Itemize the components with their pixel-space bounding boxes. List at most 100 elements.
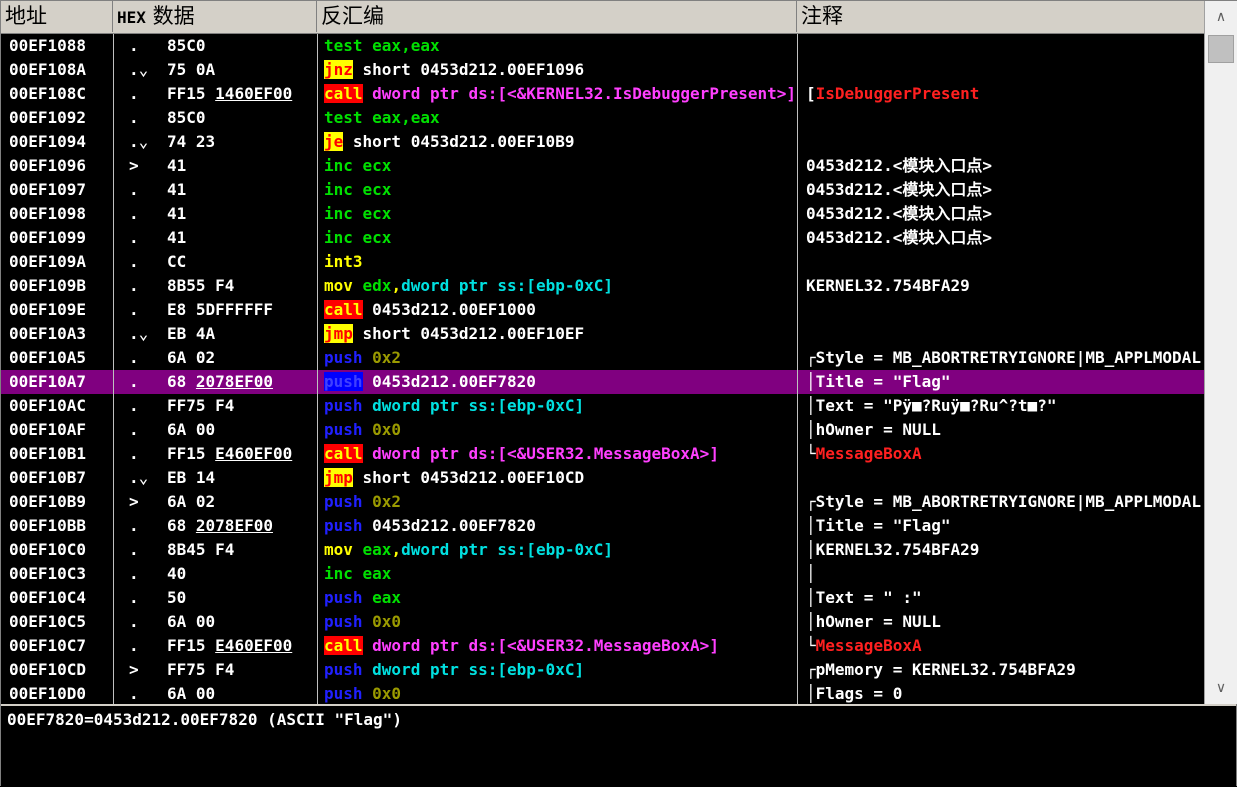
comment-cell: │Text = " :" [806, 586, 1204, 610]
disassembly-cell: push 0x2 [324, 490, 798, 514]
column-header-address[interactable]: 地址 [1, 1, 113, 32]
address-cell: 00EF1092 [9, 108, 87, 127]
table-row[interactable]: 00EF10B1. FF15 E460EF00 call dword ptr ds:… [1, 442, 1204, 466]
hex-bytes-cell: 6A 00 [167, 418, 313, 442]
disassembly-cell: call dword ptr ds:[<&KERNEL32.IsDebugger… [324, 82, 798, 106]
jump-marker: .⌄ [129, 132, 149, 151]
table-row[interactable]: 00EF109B. 8B55 F4 mov edx,dword ptr ss:[eb… [1, 274, 1204, 298]
table-row[interactable]: 00EF10A5. 6A 02 push 0x2 ┌Style = MB_ABORTR… [1, 346, 1204, 370]
jump-marker: . [129, 684, 139, 703]
mnemonic: inc eax [324, 564, 392, 583]
table-row[interactable]: 00EF1088. 85C0 test eax,eax [1, 34, 1204, 58]
table-row[interactable]: 00EF1097. 41 inc ecx 0453d212.<模块入口点> [1, 178, 1204, 202]
operand: 0x0 [362, 684, 402, 703]
hex-bytes-cell: 8B55 F4 [167, 274, 313, 298]
table-row[interactable]: 00EF10D0. 6A 00 push 0x0 │Flags = 0 [1, 682, 1204, 704]
mnemonic: test eax,eax [324, 108, 440, 127]
operand: edx [362, 276, 392, 295]
table-row[interactable]: 00EF109A. CC int3 [1, 250, 1204, 274]
disassembly-cell: mov edx,dword ptr ss:[ebp-0xC] [324, 274, 798, 298]
jump-marker: . [129, 180, 139, 199]
operand: 0453d212.00EF7820 [362, 372, 536, 391]
disassembly-cell: inc ecx [324, 178, 798, 202]
comment-cell: 0453d212.<模块入口点> [806, 226, 1204, 250]
scrollbar-thumb[interactable] [1208, 35, 1234, 63]
disassembly-header-label: 反汇编 [321, 4, 384, 28]
table-row[interactable]: 00EF10C7. FF15 E460EF00 call dword ptr ds:… [1, 634, 1204, 658]
disassembly-cell: jmp short 0453d212.00EF10EF [324, 322, 798, 346]
disassembly-cell: call dword ptr ds:[<&USER32.MessageBoxA>… [324, 634, 798, 658]
hex-bytes: E8 5DFFFFFF [167, 300, 273, 319]
comment-cell: ┌pMemory = KERNEL32.754BFA29 [806, 658, 1204, 682]
table-row[interactable]: 00EF10C5. 6A 00 push 0x0 │hOwner = NULL [1, 610, 1204, 634]
table-row[interactable]: 00EF10CD > FF75 F4 push dword ptr ss:[ebp-0… [1, 658, 1204, 682]
table-row[interactable]: 00EF10AC. FF75 F4 push dword ptr ss:[ebp-0… [1, 394, 1204, 418]
table-row[interactable]: 00EF1096 >41 inc ecx 0453d212.<模块入口点> [1, 154, 1204, 178]
mnemonic: jnz [324, 60, 353, 79]
column-header-disassembly[interactable]: 反汇编 [317, 1, 797, 32]
mnemonic: push [324, 396, 363, 415]
comment-text: MessageBoxA [815, 444, 922, 463]
disassembly-listing[interactable]: 00EF1088. 85C0 test eax,eax 00EF108A .⌄ 75 0A… [1, 34, 1204, 704]
hex-bytes: 68 [167, 516, 196, 535]
table-row-selected[interactable]: 00EF10A7. 68 2078EF00 push 0453d212.00EF78… [1, 370, 1204, 394]
column-divider [317, 34, 318, 704]
disassembly-cell: push dword ptr ss:[ebp-0xC] [324, 658, 798, 682]
table-row[interactable]: 00EF1099. 41 inc ecx 0453d212.<模块入口点> [1, 226, 1204, 250]
jump-marker: . [129, 228, 139, 247]
disassembly-cell: inc eax [324, 562, 798, 586]
address-cell: 00EF10D0 [9, 684, 87, 703]
comment-cell: ┌Style = MB_ABORTRETRYIGNORE|MB_APPLMODA… [806, 490, 1204, 514]
address-cell: 00EF10C7 [9, 636, 87, 655]
table-row[interactable]: 00EF10B9 >6A 02 push 0x2 ┌Style = MB_ABORTR… [1, 490, 1204, 514]
chevron-down-icon[interactable]: ∨ [1205, 672, 1237, 704]
column-header-hex[interactable]: HEX 数据 [113, 1, 317, 32]
jump-marker: . [129, 348, 139, 367]
address-header-label: 地址 [5, 4, 47, 28]
chevron-up-icon[interactable]: ∧ [1205, 1, 1237, 33]
jump-marker: > [129, 156, 139, 175]
table-row[interactable]: 00EF1098. 41 inc ecx 0453d212.<模块入口点> [1, 202, 1204, 226]
column-header-comment[interactable]: 注释 [797, 1, 1204, 32]
hex-bytes: 68 [167, 372, 196, 391]
mnemonic: test eax,eax [324, 36, 440, 55]
table-row[interactable]: 00EF108A .⌄ 75 0A jnz short 0453d212.00EF10… [1, 58, 1204, 82]
table-row[interactable]: 00EF109E. E8 5DFFFFFF call 0453d212.00EF10… [1, 298, 1204, 322]
disassembly-cell: jnz short 0453d212.00EF1096 [324, 58, 798, 82]
mnemonic: inc ecx [324, 204, 392, 223]
disassembly-cell: push 0x0 [324, 682, 798, 704]
comment-cell: │hOwner = NULL [806, 610, 1204, 634]
table-row[interactable]: 00EF10C0. 8B45 F4 mov eax,dword ptr ss:[eb… [1, 538, 1204, 562]
column-divider [113, 34, 114, 704]
table-row[interactable]: 00EF10BB. 68 2078EF00 push 0453d212.00EF78… [1, 514, 1204, 538]
comment-text: │Text = "Pÿ■?Ruÿ■?Ru^?t■?" [806, 396, 1057, 415]
table-row[interactable]: 00EF10C3. 40 inc eax │ [1, 562, 1204, 586]
comment-cell [806, 58, 1204, 82]
vertical-scrollbar[interactable]: ∧ ∨ [1204, 1, 1237, 704]
table-row[interactable]: 00EF10C4. 50 push eax │Text = " :" [1, 586, 1204, 610]
comment-text: 0453d212.<模块入口点> [806, 180, 992, 199]
comment-text: │hOwner = NULL [806, 420, 941, 439]
disassembly-cell: je short 0453d212.00EF10B9 [324, 130, 798, 154]
table-row[interactable]: 00EF10B7 .⌄ EB 14 jmp short 0453d212.00EF10… [1, 466, 1204, 490]
operand: dword ptr ss:[ebp-0xC] [362, 396, 585, 415]
table-row[interactable]: 00EF10A3 .⌄ EB 4A jmp short 0453d212.00EF10… [1, 322, 1204, 346]
mnemonic: push [324, 492, 363, 511]
table-row[interactable]: 00EF10AF. 6A 00 push 0x0 │hOwner = NULL [1, 418, 1204, 442]
table-row[interactable]: 00EF1094 .⌄ 74 23 je short 0453d212.00EF10B… [1, 130, 1204, 154]
hex-bytes: 6A 00 [167, 684, 216, 703]
comment-text: │Text = " :" [806, 588, 922, 607]
mnemonic: call [324, 636, 363, 655]
hex-bytes: 75 0A [167, 60, 216, 79]
comment-text: IsDebuggerPresent [815, 84, 980, 103]
table-row[interactable]: 00EF1092. 85C0 test eax,eax [1, 106, 1204, 130]
hex-bytes-cell: FF15 E460EF00 [167, 634, 313, 658]
disassembly-cell: inc ecx [324, 202, 798, 226]
address-cell: 00EF10B1 [9, 444, 87, 463]
comment-cell [806, 298, 1204, 322]
jump-marker: . [129, 84, 139, 103]
hex-bytes: 41 [167, 228, 187, 247]
disassembly-cell: push 0x2 [324, 346, 798, 370]
comment-cell: │KERNEL32.754BFA29 [806, 538, 1204, 562]
table-row[interactable]: 00EF108C. FF15 1460EF00 call dword ptr ds:… [1, 82, 1204, 106]
